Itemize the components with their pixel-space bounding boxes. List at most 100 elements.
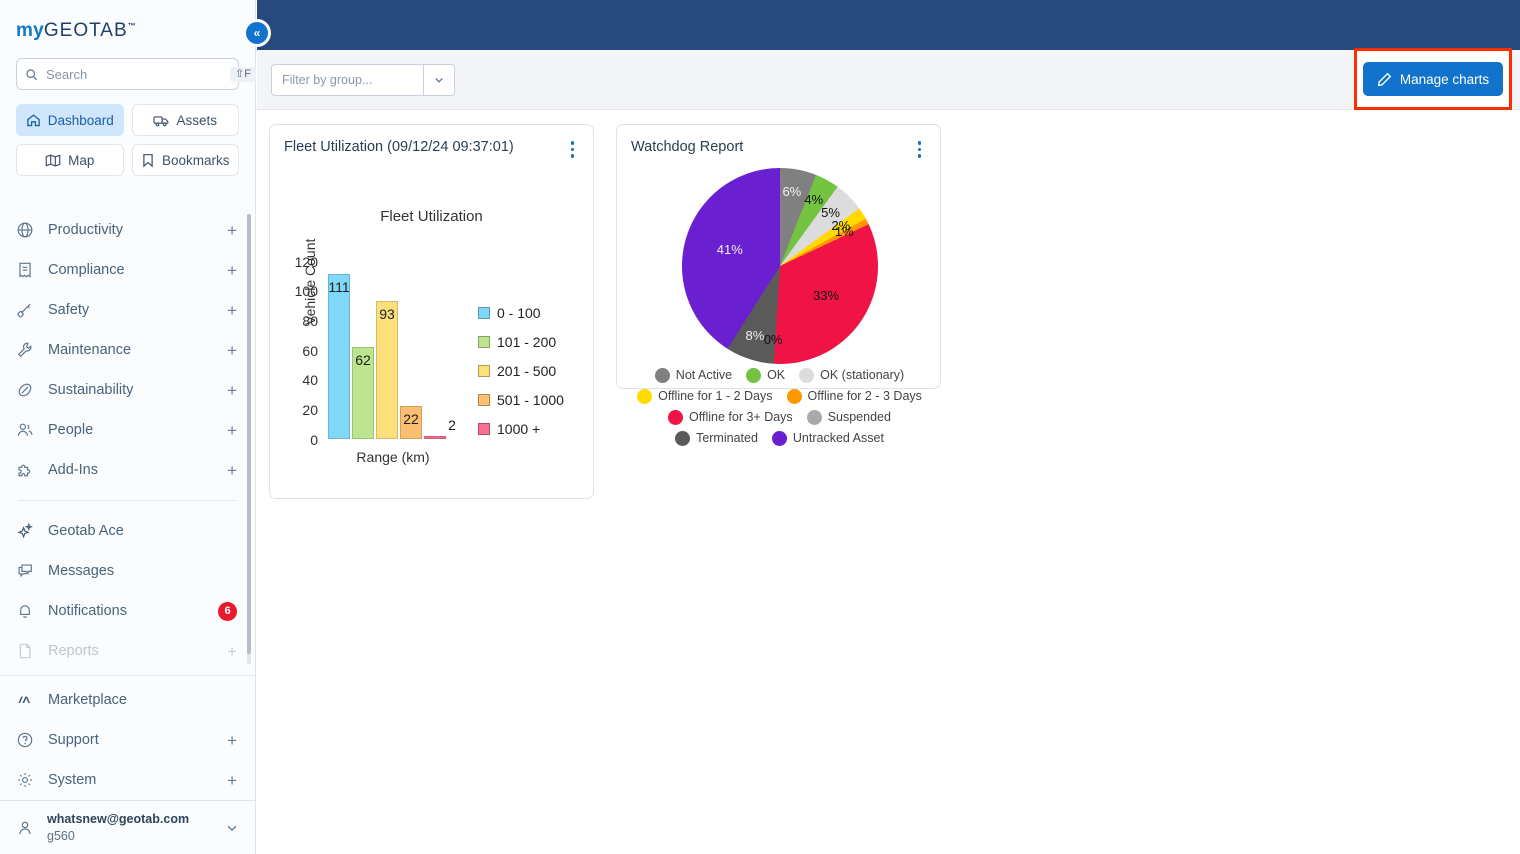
bar-legend-item[interactable]: 101 - 200 [478,334,564,350]
sidebar-item-geotab-ace-label: Geotab Ace [48,523,237,539]
bell-icon [16,602,34,620]
kebab-menu-icon-watchdog[interactable] [913,139,927,160]
bar-chart-y-tick: 120 [284,254,318,270]
legend-label: Not Active [676,368,732,382]
search-icon [25,68,38,81]
bar-1[interactable]: 111 [328,274,350,439]
manage-charts-button[interactable]: Manage charts [1363,62,1503,96]
search-input[interactable] [46,67,222,82]
quick-btn-bookmarks[interactable]: Bookmarks [132,144,240,176]
puzzle-icon [16,461,34,479]
sidebar-item-notifications[interactable]: Notifications 6 [0,591,255,631]
sidebar-item-maintenance[interactable]: Maintenance + [0,330,255,370]
seatbelt-icon [16,301,34,319]
logo-geotab: GEOTAB [44,20,128,41]
legend-label: 201 - 500 [497,363,556,379]
legend-swatch [478,307,490,319]
bar-legend-item[interactable]: 1000 + [478,421,564,437]
group-filter-dropdown-button[interactable] [423,64,455,96]
question-circle-icon [16,731,34,749]
sidebar-item-add-ins[interactable]: Add-Ins + [0,450,255,490]
expand-compliance-icon[interactable]: + [227,262,237,279]
expand-maintenance-icon[interactable]: + [227,342,237,359]
pie-legend-row: Not Active OK OK (stationary) [623,368,936,383]
sidebar-item-people-label: People [48,422,213,438]
expand-reports-icon[interactable]: + [227,643,237,660]
sidebar-item-geotab-ace[interactable]: Geotab Ace [0,511,255,551]
sidebar: myGEOTAB™ ⇧F Dashboard [0,0,256,854]
sidebar-collapse-button[interactable]: « [243,19,271,47]
pie-legend-item[interactable]: Offline for 3+ Days [668,410,793,425]
pie-legend-item[interactable]: Offline for 2 - 3 Days [787,389,922,404]
sidebar-item-system[interactable]: System + [0,760,255,800]
legend-dot [655,368,670,383]
nav-scroll-region[interactable]: Productivity + Compliance + Safety [0,210,255,732]
bar-chart-area: Vehicle Count 020406080100120 1116293222… [270,225,595,475]
legend-dot [807,410,822,425]
bar-4[interactable]: 22 [400,406,422,439]
sidebar-item-safety[interactable]: Safety + [0,290,255,330]
expand-system-icon[interactable]: + [227,772,237,789]
sidebar-item-support-label: Support [48,732,213,748]
pie-legend-item[interactable]: Suspended [807,410,891,425]
bar-chart-y-tick: 20 [284,402,318,418]
legend-label: Suspended [828,410,891,424]
pie-legend-item[interactable]: Offline for 1 - 2 Days [637,389,772,404]
pie-legend-item[interactable]: Untracked Asset [772,431,884,446]
legend-dot [668,410,683,425]
logo-my: my [16,20,44,41]
pie-legend-item[interactable]: Terminated [675,431,758,446]
user-profile[interactable]: whatsnew@geotab.com g560 [0,800,255,854]
sidebar-item-sustainability[interactable]: Sustainability + [0,370,255,410]
expand-safety-icon[interactable]: + [227,302,237,319]
pie-legend-item[interactable]: Not Active [655,368,732,383]
group-filter-input[interactable] [271,64,423,96]
sidebar-item-system-label: System [48,772,213,788]
sidebar-item-marketplace[interactable]: Marketplace [0,680,255,720]
bar-2[interactable]: 62 [352,347,374,439]
search-shortcut-hint: ⇧F [230,67,256,82]
quick-btn-assets[interactable]: Assets [132,104,240,136]
sidebar-scrollbar-thumb[interactable] [247,214,251,654]
kebab-menu-icon-fleet[interactable] [566,139,580,160]
expand-add-ins-icon[interactable]: + [227,462,237,479]
sidebar-lower-nav: Marketplace Support + System + [0,675,255,800]
sidebar-item-productivity[interactable]: Productivity + [0,210,255,250]
legend-swatch [478,423,490,435]
quick-btn-map[interactable]: Map [16,144,124,176]
truck-icon [153,113,169,128]
quick-btn-dashboard[interactable]: Dashboard [16,104,124,136]
search-box[interactable]: ⇧F [16,58,239,90]
legend-label: OK [767,368,785,382]
pie-legend-item[interactable]: OK (stationary) [799,368,904,383]
expand-support-icon[interactable]: + [227,732,237,749]
sidebar-item-support[interactable]: Support + [0,720,255,760]
chevron-down-icon[interactable] [225,821,239,835]
bar-legend-item[interactable]: 201 - 500 [478,363,564,379]
pie-legend-item[interactable]: OK [746,368,785,383]
bar-5[interactable]: 2 [424,436,446,439]
pie-chart-legend: Not Active OK OK (stationary) Offline for 1… [617,368,942,446]
nav-divider [18,500,237,501]
group-filter[interactable] [271,64,455,96]
sidebar-item-reports[interactable]: Reports + [0,631,255,671]
home-icon [26,113,41,128]
legend-label: Offline for 2 - 3 Days [808,389,922,403]
document-icon [16,642,34,660]
bar-legend-item[interactable]: 501 - 1000 [478,392,564,408]
expand-productivity-icon[interactable]: + [227,222,237,239]
expand-people-icon[interactable]: + [227,422,237,439]
bar-legend-item[interactable]: 0 - 100 [478,305,564,321]
card-title-fleet-utilization: Fleet Utilization (09/12/24 09:37:01) [284,139,514,155]
expand-sustainability-icon[interactable]: + [227,382,237,399]
pie-chart [682,168,878,364]
bar-value-label: 93 [379,306,395,322]
sidebar-item-compliance[interactable]: Compliance + [0,250,255,290]
chart-card-watchdog-report: Watchdog Report 6%4%5%2%1%33%0%8%41% Not… [616,124,941,389]
sidebar-item-people[interactable]: People + [0,410,255,450]
sidebar-item-maintenance-label: Maintenance [48,342,213,358]
logo-trademark: ™ [128,22,136,31]
gear-icon [16,771,34,789]
sidebar-item-messages[interactable]: Messages [0,551,255,591]
bar-3[interactable]: 93 [376,301,398,439]
